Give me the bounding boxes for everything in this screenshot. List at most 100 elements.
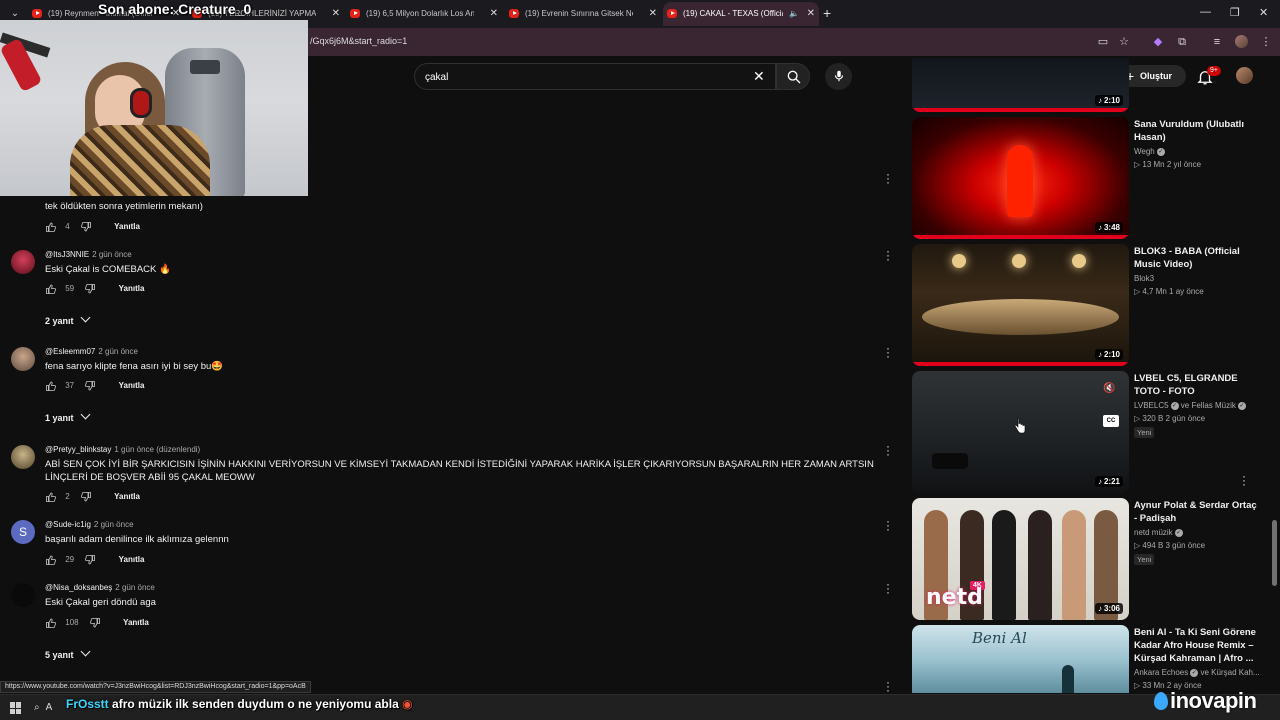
recommendation-item[interactable]: ♪ 3:48 Sana Vuruldum (Ulubatlı Hasan) Weg… xyxy=(912,117,1262,239)
search-input[interactable] xyxy=(425,69,745,85)
comment-time[interactable]: 2 gün önce xyxy=(98,347,138,356)
more-vert-icon[interactable]: · · · xyxy=(884,342,892,362)
search-button[interactable] xyxy=(776,63,810,90)
minimize-icon[interactable]: — xyxy=(1200,6,1211,18)
recommendation-item[interactable]: ♪ 2:10 xyxy=(912,58,1262,112)
close-tab-icon[interactable]: ✕ xyxy=(332,2,340,26)
extensions-puzzle-icon[interactable]: ⧉ xyxy=(1175,35,1189,49)
avatar[interactable] xyxy=(11,583,35,607)
comment-author[interactable]: @Sude-ic1ig xyxy=(45,520,91,529)
close-tab-icon[interactable]: ✕ xyxy=(490,2,498,26)
dislike-icon[interactable] xyxy=(84,284,96,294)
more-vert-icon[interactable]: · · · xyxy=(884,578,892,598)
page-scrollbar[interactable] xyxy=(1272,520,1277,586)
new-tab-button[interactable]: + xyxy=(823,5,831,21)
channel-name[interactable]: Ankara Echoes ✓ ve Kürşad Kah... xyxy=(1134,668,1260,677)
video-title[interactable]: Sana Vuruldum (Ulubatlı Hasan) xyxy=(1134,118,1262,144)
video-title[interactable]: Beni Al - Ta Ki Seni Görene Kadar Afro H… xyxy=(1134,626,1262,665)
video-thumbnail[interactable]: ♪ 2:10 xyxy=(912,58,1129,112)
search-box[interactable]: ✕ xyxy=(414,63,776,90)
avatar[interactable] xyxy=(11,250,35,274)
like-icon[interactable] xyxy=(45,618,57,628)
comment-time[interactable]: 2 gün önce xyxy=(115,583,155,592)
video-thumbnail[interactable]: ♪ 3:48 xyxy=(912,117,1129,239)
comment-time[interactable]: 2 gün önce xyxy=(94,520,134,529)
avatar[interactable]: S xyxy=(11,520,35,544)
mute-icon[interactable]: 🔇 xyxy=(1103,383,1119,397)
windows-icon[interactable] xyxy=(10,702,22,714)
close-tab-icon[interactable]: ✕ xyxy=(649,2,657,26)
dislike-icon[interactable] xyxy=(80,222,92,232)
reply-button[interactable]: Yanıtla xyxy=(119,381,145,390)
music-note-icon: ♪ xyxy=(1097,223,1102,232)
audio-playing-icon[interactable]: 🔈 xyxy=(789,2,799,26)
video-title[interactable]: BLOK3 - BABA (Official Music Video) xyxy=(1134,245,1262,271)
more-vert-icon[interactable]: · · · xyxy=(884,440,892,460)
like-icon[interactable] xyxy=(45,284,57,294)
thumbnail-person xyxy=(1062,510,1086,620)
close-window-icon[interactable]: ✕ xyxy=(1259,6,1268,19)
more-vert-icon[interactable]: · · · xyxy=(1242,470,1246,490)
comment-author[interactable]: @ItsJ3NNIE xyxy=(45,250,89,259)
comment-author[interactable]: @Nisa_doksanbeş xyxy=(45,583,112,592)
taskbar-search[interactable]: ⌕ A xyxy=(34,698,52,718)
like-icon[interactable] xyxy=(45,381,57,391)
comment-text: Eski Çakal is COMEBACK 🔥 xyxy=(45,264,171,275)
music-note-icon: ♪ xyxy=(1097,477,1102,486)
voice-search-button[interactable] xyxy=(825,63,852,90)
extension-icon[interactable]: ◆ xyxy=(1151,35,1165,49)
replies-toggle[interactable]: 2 yanıt xyxy=(45,312,90,326)
channel-name[interactable]: LVBELC5 ✓ ve Fellas Müzik ✓ xyxy=(1134,401,1246,410)
replies-toggle[interactable]: 1 yanıt xyxy=(45,409,90,423)
video-thumbnail[interactable]: ♪ 2:10 xyxy=(912,244,1129,366)
reply-button[interactable]: Yanıtla xyxy=(114,492,140,501)
reply-button[interactable]: Yanıtla xyxy=(119,555,145,564)
cc-icon[interactable]: CC xyxy=(1103,415,1119,427)
close-tab-icon[interactable]: ✕ xyxy=(807,2,815,26)
duration-badge: ♪ 2:10 xyxy=(1094,95,1123,106)
browser-profile-avatar[interactable] xyxy=(1235,35,1248,48)
comment-author[interactable]: @Esleemm07 xyxy=(45,347,95,356)
reading-list-icon[interactable]: ≡ xyxy=(1210,35,1224,49)
channel-name[interactable]: netd müzik ✓ xyxy=(1134,528,1183,537)
comment-time[interactable]: 2 gün önce xyxy=(92,250,132,259)
comment-time[interactable]: 1 gün önce (düzenlendi) xyxy=(114,445,200,454)
recommendation-item[interactable]: ♪ 2:10 BLOK3 - BABA (Official Music Video… xyxy=(912,244,1262,366)
recommendation-item[interactable]: 4K netd ♪ 3:06 Aynur Polat & Serdar Ortaç… xyxy=(912,498,1262,620)
recommendation-item-hovered[interactable]: 🔇 CC ♪ 2:21 LVBEL C5, ELGRANDE TOTO - FOT… xyxy=(912,371,1262,493)
bookmark-star-icon[interactable]: ☆ xyxy=(1117,35,1131,49)
dislike-icon[interactable] xyxy=(84,381,96,391)
video-thumbnail[interactable]: Beni Al xyxy=(912,625,1129,693)
video-title[interactable]: Aynur Polat & Serdar Ortaç - Padişah xyxy=(1134,499,1262,525)
dislike-icon[interactable] xyxy=(89,618,101,628)
avatar[interactable] xyxy=(11,347,35,371)
more-vert-icon[interactable]: · · · xyxy=(884,676,892,696)
clear-search-icon[interactable]: ✕ xyxy=(753,68,765,85)
reply-button[interactable]: Yanıtla xyxy=(119,284,145,293)
browser-tab-3[interactable]: (19) 6,5 Milyon Dolarlık Los An ✕ xyxy=(346,2,502,26)
more-vert-icon[interactable]: · · · xyxy=(884,245,892,265)
comment-author[interactable]: @Pretyy_blinkstay xyxy=(45,445,111,454)
browser-tab-4[interactable]: (19) Evrenin Sınırına Gitsek Ne ✕ xyxy=(505,2,661,26)
reply-button[interactable]: Yanıtla xyxy=(114,222,140,231)
video-title[interactable]: LVBEL C5, ELGRANDE TOTO - FOTO xyxy=(1134,372,1262,398)
browser-tab-active[interactable]: (19) CAKAL - TEXAS (Official 🔈 ✕ xyxy=(663,2,819,26)
replies-toggle[interactable]: 5 yanıt xyxy=(45,646,90,660)
dislike-icon[interactable] xyxy=(80,492,92,502)
channel-name[interactable]: Blok3 xyxy=(1134,274,1154,283)
avatar[interactable] xyxy=(11,445,35,469)
browser-menu-icon[interactable]: ⋮ xyxy=(1259,35,1273,49)
more-vert-icon[interactable]: · · · xyxy=(884,168,892,188)
cast-icon[interactable]: ▭ xyxy=(1096,35,1110,49)
like-icon[interactable] xyxy=(45,222,57,232)
like-icon[interactable] xyxy=(45,492,57,502)
url-text[interactable]: /Gqx6j6M&start_radio=1 xyxy=(310,36,407,46)
recommendation-item[interactable]: Beni Al Beni Al - Ta Ki Seni Görene Kada… xyxy=(912,625,1262,693)
like-icon[interactable] xyxy=(45,555,57,565)
channel-name[interactable]: Wegh ✓ xyxy=(1134,147,1165,156)
reply-button[interactable]: Yanıtla xyxy=(123,618,149,627)
dislike-icon[interactable] xyxy=(84,555,96,565)
restore-icon[interactable]: ❐ xyxy=(1230,6,1240,19)
more-vert-icon[interactable]: · · · xyxy=(884,515,892,535)
video-thumbnail[interactable]: 4K netd ♪ 3:06 xyxy=(912,498,1129,620)
